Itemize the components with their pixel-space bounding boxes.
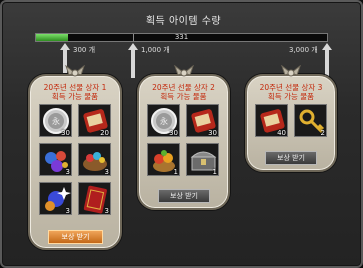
gift-box-3-title: 20주년 선물 상자 3 [259, 83, 323, 92]
claim-reward-button-3[interactable]: 보상 받기 [265, 151, 317, 165]
item-quantity: 1 [173, 168, 178, 176]
item-quantity: 3 [65, 207, 70, 215]
svg-text:永: 永 [52, 116, 60, 126]
reward-window: 획득 아이템 수량 331 300 개 1,000 개 3,000 개 20주년… [0, 0, 363, 268]
item-slot[interactable]: 3 [39, 143, 72, 176]
item-quantity: 30 [169, 129, 178, 137]
item-slot[interactable]: 3 [78, 182, 111, 215]
item-slot[interactable]: 30 [186, 104, 219, 137]
item-count-progress-bar: 331 [35, 33, 328, 42]
gift-box-3-panel: 20주년 선물 상자 3 획득 가능 물품 40 2 보상 받기 [245, 74, 337, 172]
gift-box-1-panel: 20주년 선물 상자 1 획득 가능 물품 永 30 20 3 3 3 3 보상… [28, 74, 122, 250]
item-slot[interactable]: 永 30 [39, 104, 72, 137]
window-title: 획득 아이템 수량 [145, 16, 222, 27]
ribbon-knot-icon [174, 65, 194, 77]
gift-box-2-panel: 20주년 선물 상자 2 획득 가능 물품 永 30 30 1 1 보상 받기 [137, 74, 230, 210]
ribbon-knot-icon [281, 65, 301, 77]
gift-box-1-title: 20주년 선물 상자 1 [43, 83, 107, 92]
item-slot[interactable]: 3 [78, 143, 111, 176]
item-quantity: 3 [104, 207, 109, 215]
item-quantity: 2 [320, 129, 325, 137]
item-quantity: 3 [104, 168, 109, 176]
ribbon-knot-icon [65, 65, 85, 77]
item-slot[interactable]: 20 [78, 104, 111, 137]
item-quantity: 20 [100, 129, 109, 137]
milestone-label-1000: 1,000 개 [141, 46, 170, 54]
item-slot[interactable]: 40 [255, 104, 288, 137]
milestone-label-300: 300 개 [73, 46, 96, 54]
claim-reward-button-2[interactable]: 보상 받기 [158, 189, 210, 203]
item-slot[interactable]: 1 [186, 143, 219, 176]
item-quantity: 30 [61, 129, 70, 137]
item-slot[interactable]: 1 [147, 143, 180, 176]
milestone-label-3000: 3,000 개 [289, 46, 318, 54]
gift-box-2-title: 20주년 선물 상자 2 [152, 83, 215, 92]
gift-box-1-subtitle: 획득 가능 물품 [51, 92, 99, 101]
item-slot[interactable]: 3 [39, 182, 72, 215]
gift-box-3-subtitle: 획득 가능 물품 [267, 92, 315, 101]
claim-reward-button-1[interactable]: 보상 받기 [48, 230, 103, 244]
item-quantity: 3 [65, 168, 70, 176]
item-quantity: 40 [277, 129, 286, 137]
gift-box-2-subtitle: 획득 가능 물품 [160, 92, 207, 101]
progress-value: 331 [174, 33, 189, 41]
item-quantity: 1 [212, 168, 217, 176]
item-quantity: 30 [208, 129, 217, 137]
up-arrow-icon [322, 43, 332, 78]
item-slot[interactable]: 2 [294, 104, 327, 137]
up-arrow-icon [128, 43, 138, 78]
item-slot[interactable]: 永 30 [147, 104, 180, 137]
svg-text:永: 永 [160, 116, 168, 126]
